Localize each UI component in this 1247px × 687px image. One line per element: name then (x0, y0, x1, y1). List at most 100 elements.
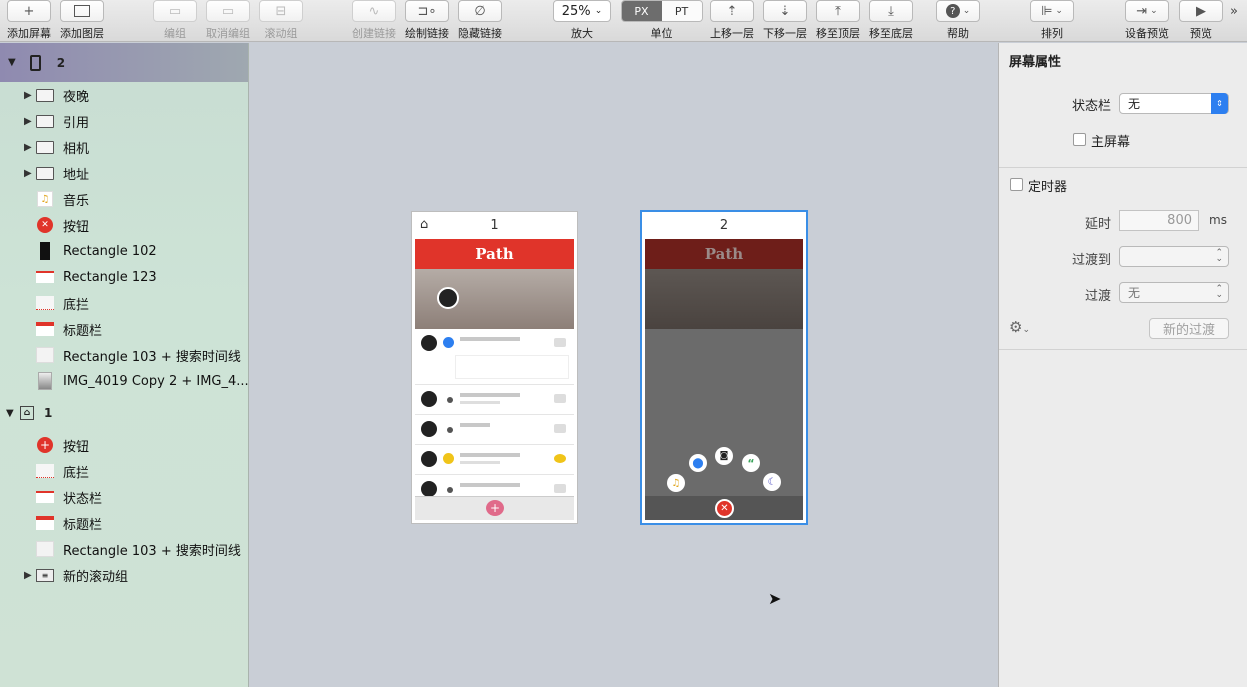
link-curve-icon[interactable]: ∿ (352, 0, 396, 22)
arrange-tool[interactable]: ⊫ ⌄ 排列 (1030, 0, 1074, 42)
layer-row[interactable]: ▶ 夜晚 (0, 82, 248, 108)
artboard-1[interactable]: ⌂ 1 Path + (411, 211, 578, 524)
play-icon[interactable]: ▶ (1179, 0, 1223, 22)
move-bottom-tool[interactable]: ⤓ 移至底层 (869, 0, 913, 42)
expand-arrow-icon[interactable]: ▶ (24, 90, 32, 101)
device-preview-icon[interactable]: ⇥ ⌄ (1125, 0, 1169, 22)
layer-row[interactable]: IMG_4019 Copy 2 + IMG_4... (0, 368, 248, 394)
heart-icon[interactable] (554, 394, 566, 403)
layer-row[interactable]: 标题栏 (0, 510, 248, 536)
draw-link-icon[interactable]: ⊐∘ (405, 0, 449, 22)
device-preview-tool[interactable]: ⇥ ⌄ 设备预览 (1124, 0, 1170, 42)
screen-2-header[interactable]: ▼ 2 (0, 43, 248, 82)
folder-icon (36, 139, 54, 155)
expand-arrow-icon[interactable]: ▶ (24, 570, 32, 581)
help-tool[interactable]: ? ⌄ 帮助 (936, 0, 980, 42)
zoom-select[interactable]: 25% ⌄ (553, 0, 611, 22)
move-up-icon[interactable]: ⇡ (710, 0, 754, 22)
move-bottom-icon[interactable]: ⤓ (869, 0, 913, 22)
help-icon[interactable]: ? ⌄ (936, 0, 980, 22)
scroll-group-tool[interactable]: ⊟ 滚动组 (259, 0, 303, 42)
layer-row[interactable]: Rectangle 103 + 搜索时间线 (0, 536, 248, 562)
camera-button[interactable]: ◙ (715, 447, 733, 465)
create-link-tool[interactable]: ∿ 创建链接 (352, 0, 396, 42)
screen-2-name: 2 (56, 55, 66, 70)
gear-icon[interactable]: ⚙⌄ (1009, 318, 1030, 336)
heart-icon[interactable] (554, 484, 566, 493)
zoom-tool[interactable]: 25% ⌄ 放大 (553, 0, 611, 42)
expand-arrow-icon[interactable]: ▶ (24, 116, 32, 127)
transition-to-select[interactable]: ⌃ ⌄ (1119, 246, 1229, 267)
draw-link-tool[interactable]: ⊐∘ 绘制链接 (405, 0, 449, 42)
layer-label: 音乐 (63, 193, 90, 209)
layer-row[interactable]: Rectangle 102 (0, 238, 248, 264)
delay-input[interactable]: 800 (1119, 210, 1199, 231)
expand-arrow-icon[interactable]: ▶ (24, 142, 32, 153)
moon-button[interactable]: ☾ (763, 473, 781, 491)
hide-link-tool[interactable]: ∅ 隐藏链接 (458, 0, 502, 42)
status-bar-select[interactable]: 无 ⇕ (1119, 93, 1229, 114)
phone-icon (29, 54, 41, 71)
select-stepper-icon: ⇕ (1211, 93, 1228, 114)
layer-frame-icon[interactable] (60, 0, 104, 22)
collapse-arrow-icon[interactable]: ▼ (8, 57, 16, 68)
screen-1-header[interactable]: ▼ ⌂ 1 (0, 400, 248, 426)
unit-px-button[interactable]: PX (621, 1, 662, 21)
collapse-arrow-icon[interactable]: ▼ (6, 408, 14, 419)
canvas[interactable]: ⌂ 1 Path + 2 Path ◙ “ ⬤ ♫ ☾ ✕ ➤ (250, 43, 998, 687)
unit-pt-button[interactable]: PT (661, 1, 702, 21)
layer-row[interactable]: Rectangle 103 + 搜索时间线 (0, 342, 248, 368)
timer-checkbox[interactable] (1010, 178, 1023, 191)
move-top-icon[interactable]: ⤒ (816, 0, 860, 22)
layer-label: 底拦 (63, 465, 90, 481)
move-down-icon[interactable]: ⇣ (763, 0, 807, 22)
layer-row[interactable]: 底拦 (0, 290, 248, 316)
music-icon: ♫ (36, 191, 54, 207)
layer-row[interactable]: ▶ 地址 (0, 160, 248, 186)
add-screen-tool[interactable]: + 添加屏幕 (6, 0, 52, 42)
location-button[interactable]: ⬤ (689, 454, 707, 472)
hide-link-icon[interactable]: ∅ (458, 0, 502, 22)
ungroup-label: 取消编组 (206, 27, 250, 40)
feed-item (415, 415, 574, 445)
ungroup-icon[interactable]: ▭ (206, 0, 250, 22)
artboard-2[interactable]: 2 Path ◙ “ ⬤ ♫ ☾ ✕ (640, 210, 808, 525)
feed-text (460, 393, 520, 397)
ungroup-tool[interactable]: ▭ 取消编组 (206, 0, 250, 42)
move-up-tool[interactable]: ⇡ 上移一层 (710, 0, 754, 42)
layer-row[interactable]: ✕ 按钮 (0, 212, 248, 238)
layer-row[interactable]: 标题栏 (0, 316, 248, 342)
music-button[interactable]: ♫ (667, 474, 685, 492)
path-logo: Path (475, 245, 514, 263)
close-button[interactable]: ✕ (715, 499, 734, 518)
layer-row[interactable]: ▶ 相机 (0, 134, 248, 160)
overflow-chevron-icon[interactable]: » (1230, 4, 1238, 19)
transition-select[interactable]: 无 ⌃ ⌄ (1119, 282, 1229, 303)
add-button[interactable]: + (486, 500, 504, 516)
smile-icon[interactable] (554, 454, 566, 463)
layer-row[interactable]: 底拦 (0, 458, 248, 484)
layer-row[interactable]: Rectangle 123 (0, 264, 248, 290)
add-layer-tool[interactable]: 添加图层 (59, 0, 105, 42)
layer-row[interactable]: ♫ 音乐 (0, 186, 248, 212)
group-tool[interactable]: ▭ 编组 (153, 0, 197, 42)
layer-row[interactable]: ▶ 引用 (0, 108, 248, 134)
group-icon[interactable]: ▭ (153, 0, 197, 22)
scroll-group-icon[interactable]: ⊟ (259, 0, 303, 22)
arrange-icon[interactable]: ⊫ ⌄ (1030, 0, 1074, 22)
delay-unit: ms (1209, 213, 1227, 227)
move-top-tool[interactable]: ⤒ 移至顶层 (816, 0, 860, 42)
delay-value: 800 (1167, 213, 1192, 228)
new-transition-button[interactable]: 新的过渡 (1149, 318, 1229, 339)
expand-arrow-icon[interactable]: ▶ (24, 168, 32, 179)
move-down-tool[interactable]: ⇣ 下移一层 (763, 0, 807, 42)
heart-icon[interactable] (554, 424, 566, 433)
layer-row[interactable]: + 按钮 (0, 432, 248, 458)
home-screen-checkbox[interactable] (1073, 133, 1086, 146)
layer-row[interactable]: ▶ ≡ 新的滚动组 (0, 562, 248, 588)
heart-icon[interactable] (554, 338, 566, 347)
preview-tool[interactable]: ▶ 预览 (1179, 0, 1223, 42)
plus-icon[interactable]: + (7, 0, 51, 22)
quote-button[interactable]: “ (742, 454, 760, 472)
layer-row[interactable]: 状态栏 (0, 484, 248, 510)
